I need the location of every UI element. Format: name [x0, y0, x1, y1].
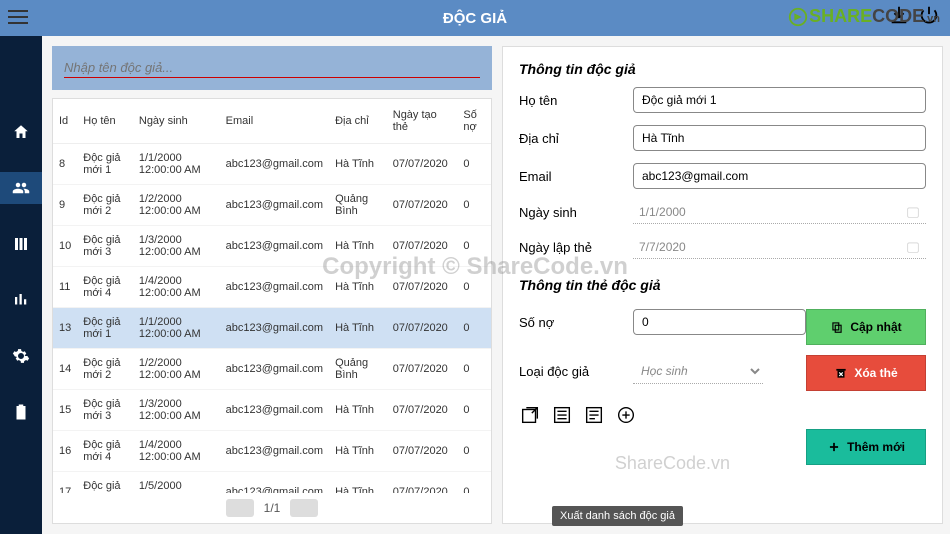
card-info-title: Thông tin thẻ độc giả: [519, 277, 926, 293]
left-panel: IdHọ tênNgày sinhEmailĐịa chỉNgày tạo th…: [52, 46, 492, 524]
dob-label: Ngày sinh: [519, 205, 619, 220]
card-value: 7/7/2020: [639, 240, 686, 254]
debt-input[interactable]: [633, 309, 806, 335]
card-label: Ngày lập thẻ: [519, 240, 619, 255]
addr-label: Địa chỉ: [519, 131, 619, 146]
nav-clipboard[interactable]: [0, 396, 42, 428]
table-row[interactable]: 15Độc giả mới 31/3/2000 12:00:00 AMabc12…: [53, 390, 491, 431]
export-icons: [519, 404, 806, 426]
type-select[interactable]: Học sinh: [633, 359, 763, 384]
search-box: [52, 46, 492, 90]
card-datepicker[interactable]: 7/7/2020: [633, 236, 926, 259]
table-row[interactable]: 8Độc giả mới 11/1/2000 12:00:00 AMabc123…: [53, 144, 491, 185]
export-icon-3[interactable]: [583, 404, 605, 426]
pager-prev-button[interactable]: [226, 499, 254, 517]
table-header[interactable]: Id: [53, 99, 77, 144]
name-label: Họ tên: [519, 93, 619, 108]
table-row[interactable]: 9Độc giả mới 21/2/2000 12:00:00 AMabc123…: [53, 185, 491, 226]
table-row[interactable]: 13Độc giả mới 11/1/2000 12:00:00 AMabc12…: [53, 308, 491, 349]
download-icon[interactable]: [888, 4, 910, 26]
search-input[interactable]: [64, 58, 480, 78]
add-button-label: Thêm mới: [847, 440, 905, 454]
update-button-label: Cập nhật: [850, 320, 901, 334]
table-row[interactable]: 11Độc giả mới 41/4/2000 12:00:00 AMabc12…: [53, 267, 491, 308]
addr-input[interactable]: [633, 125, 926, 151]
table-row[interactable]: 14Độc giả mới 21/2/2000 12:00:00 AMabc12…: [53, 349, 491, 390]
dob-datepicker[interactable]: 1/1/2000: [633, 201, 926, 224]
reader-info-title: Thông tin độc giả: [519, 61, 926, 77]
table-header[interactable]: Họ tên: [77, 99, 133, 144]
sidebar: [0, 36, 42, 534]
debt-label: Số nợ: [519, 315, 619, 330]
nav-stats[interactable]: [0, 284, 42, 316]
power-icon[interactable]: [918, 4, 940, 26]
table-row[interactable]: 16Độc giả mới 41/4/2000 12:00:00 AMabc12…: [53, 431, 491, 472]
update-button[interactable]: Cập nhật: [806, 309, 926, 345]
plus-icon: [827, 440, 841, 454]
table-header[interactable]: Email: [220, 99, 329, 144]
table-header[interactable]: Địa chỉ: [329, 99, 387, 144]
nav-settings[interactable]: [0, 340, 42, 372]
email-input[interactable]: [633, 163, 926, 189]
dob-value: 1/1/2000: [639, 205, 686, 219]
nav-readers[interactable]: [0, 172, 42, 204]
nav-home[interactable]: [0, 116, 42, 148]
table-row[interactable]: 17Độc giả mới 51/5/2000 12:00:00 AMabc12…: [53, 472, 491, 494]
export-tooltip: Xuất danh sách độc giả: [552, 506, 683, 526]
export-icon-4[interactable]: [615, 404, 637, 426]
table-header[interactable]: Số nợ: [457, 99, 491, 144]
topbar: ĐỘC GIẢ: [0, 0, 950, 36]
pager-text: 1/1: [264, 501, 281, 515]
pager-next-button[interactable]: [290, 499, 318, 517]
hamburger-menu-button[interactable]: [8, 6, 28, 28]
delete-button[interactable]: Xóa thẻ: [806, 355, 926, 391]
pager: 1/1: [53, 493, 491, 523]
export-icon-1[interactable]: [519, 404, 541, 426]
copy-icon: [830, 320, 844, 334]
name-input[interactable]: [633, 87, 926, 113]
email-label: Email: [519, 169, 619, 184]
table-header[interactable]: Ngày tạo thẻ: [387, 99, 458, 144]
readers-table: IdHọ tênNgày sinhEmailĐịa chỉNgày tạo th…: [53, 99, 491, 493]
right-panel: Thông tin độc giả Họ tên Địa chỉ Email N…: [502, 46, 943, 524]
add-button[interactable]: Thêm mới: [806, 429, 926, 465]
page-title: ĐỘC GIẢ: [443, 10, 507, 27]
delete-icon: [834, 366, 848, 380]
calendar-icon: [906, 240, 920, 254]
table-header[interactable]: Ngày sinh: [133, 99, 220, 144]
delete-button-label: Xóa thẻ: [854, 366, 897, 380]
calendar-icon: [906, 205, 920, 219]
table-row[interactable]: 10Độc giả mới 31/3/2000 12:00:00 AMabc12…: [53, 226, 491, 267]
readers-table-card: IdHọ tênNgày sinhEmailĐịa chỉNgày tạo th…: [52, 98, 492, 524]
nav-books[interactable]: [0, 228, 42, 260]
export-list-icon[interactable]: [551, 404, 573, 426]
type-label: Loại độc giả: [519, 364, 619, 379]
